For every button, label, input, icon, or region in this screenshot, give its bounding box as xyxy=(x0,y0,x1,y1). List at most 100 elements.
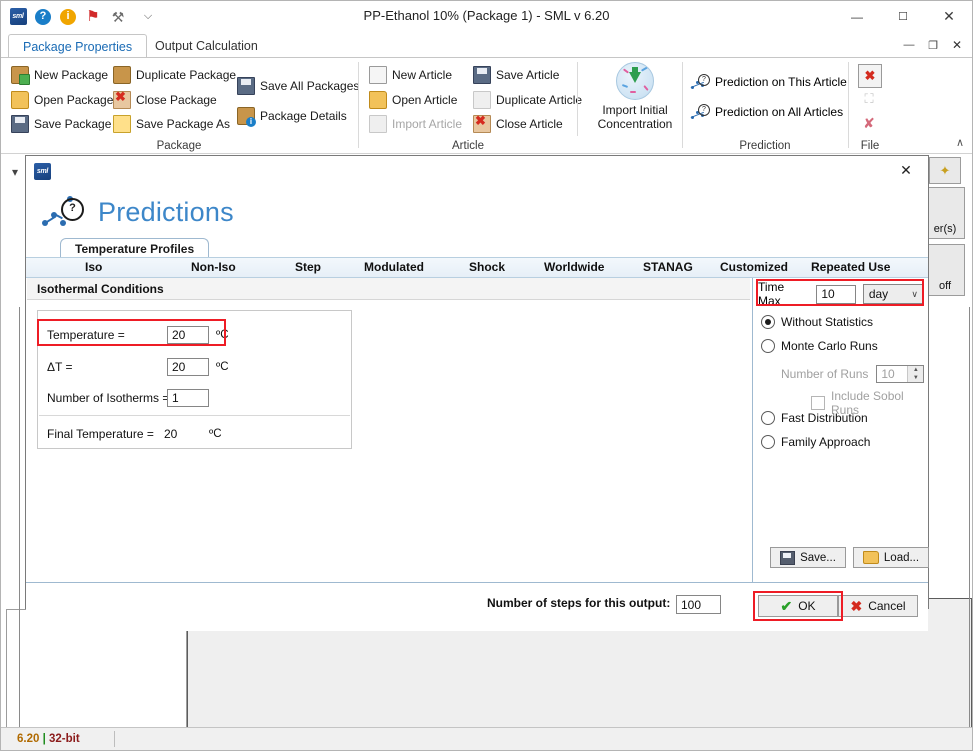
award-icon[interactable]: ⚑ xyxy=(84,8,102,26)
isothermal-divider xyxy=(39,415,350,416)
save-package-as-label: Save Package As xyxy=(136,117,230,131)
number-of-runs-arrows[interactable]: ▲ ▼ xyxy=(907,366,923,382)
dialog-chevron-down-icon[interactable]: ▾ xyxy=(12,165,18,179)
prediction-chart-icon: ? xyxy=(691,75,709,89)
file-cancel-icon[interactable]: ✘ xyxy=(858,112,880,134)
import-initial-concentration-button[interactable]: Import Initial Concentration xyxy=(581,62,689,131)
close-package-button[interactable]: Close Package xyxy=(113,89,217,111)
open-article-icon xyxy=(369,91,387,109)
number-of-isotherms-label: Number of Isotherms = xyxy=(47,391,167,405)
customize-qat-icon[interactable]: ⌵ xyxy=(139,8,157,26)
save-package-as-icon xyxy=(113,115,131,133)
save-package-as-button[interactable]: Save Package As xyxy=(113,113,230,135)
tools-icon[interactable]: ⚒ xyxy=(109,8,127,26)
ribbon-group-file-label: File xyxy=(849,140,891,152)
radio-fast-distribution[interactable]: Fast Distribution xyxy=(761,411,868,425)
close-article-button[interactable]: Close Article xyxy=(473,113,563,135)
dialog-close-button[interactable]: ✕ xyxy=(884,156,928,185)
window-controls: — ☐ ✕ xyxy=(834,1,972,32)
radio-family-approach[interactable]: Family Approach xyxy=(761,435,870,449)
subtab-customized[interactable]: Customized xyxy=(720,260,788,274)
tab-output-calculation[interactable]: Output Calculation xyxy=(141,34,272,58)
radio-family-approach-indicator xyxy=(761,435,775,449)
duplicate-package-button[interactable]: Duplicate Package xyxy=(113,64,236,86)
status-version-text: 6.20 | 32-bit xyxy=(1,733,80,745)
subtab-iso[interactable]: Iso xyxy=(85,260,102,274)
ok-button[interactable]: ✔ OK xyxy=(758,595,838,617)
stepper-down-icon[interactable]: ▼ xyxy=(908,374,923,382)
subtab-non-iso[interactable]: Non-Iso xyxy=(191,260,236,274)
number-of-runs-label: Number of Runs xyxy=(781,367,868,381)
radio-without-statistics-indicator xyxy=(761,315,775,329)
duplicate-article-icon xyxy=(473,91,491,109)
prediction-on-all-articles-label: Prediction on All Articles xyxy=(715,105,843,119)
subtab-repeated-use[interactable]: Repeated Use xyxy=(811,260,890,274)
maximize-button[interactable]: ☐ xyxy=(880,1,926,32)
cancel-button[interactable]: ✖ Cancel xyxy=(838,595,918,617)
save-disk-icon xyxy=(780,551,795,565)
ribbon-close-button[interactable]: ✕ xyxy=(946,35,968,55)
temperature-input[interactable]: 20 xyxy=(167,326,209,344)
new-article-button[interactable]: New Article xyxy=(369,64,452,86)
close-button[interactable]: ✕ xyxy=(926,1,972,32)
number-of-isotherms-input[interactable]: 1 xyxy=(167,389,209,407)
tab-temperature-profiles[interactable]: Temperature Profiles xyxy=(60,238,209,258)
new-article-icon xyxy=(369,66,387,84)
steps-input[interactable]: 100 xyxy=(676,595,721,614)
new-package-button[interactable]: New Package xyxy=(11,64,108,86)
open-article-button[interactable]: Open Article xyxy=(369,89,457,111)
file-close-red-icon[interactable]: ✖ xyxy=(858,64,882,88)
layers-tool-button[interactable]: er(s) xyxy=(925,187,965,239)
prediction-on-this-article-button[interactable]: ? Prediction on This Article xyxy=(691,75,847,89)
radio-monte-carlo-runs[interactable]: Monte Carlo Runs xyxy=(761,339,878,353)
ribbon-restore-button[interactable]: ❐ xyxy=(922,35,944,55)
subtab-modulated[interactable]: Modulated xyxy=(364,260,424,274)
import-article-button[interactable]: Import Article xyxy=(369,113,462,135)
ribbon-group-prediction: ? Prediction on This Article ? Predictio… xyxy=(683,58,847,154)
minimize-button[interactable]: — xyxy=(834,1,880,32)
delta-t-input[interactable]: 20 xyxy=(167,358,209,376)
tab-output-calculation-label: Output Calculation xyxy=(155,39,258,53)
save-article-button[interactable]: Save Article xyxy=(473,64,559,86)
save-all-packages-button[interactable]: Save All Packages xyxy=(237,75,359,97)
load-folder-icon xyxy=(863,551,879,564)
time-max-unit-value: day xyxy=(869,287,888,301)
help-icon[interactable]: ? xyxy=(34,8,52,26)
close-article-label: Close Article xyxy=(496,117,563,131)
sml-logo-icon[interactable]: sml xyxy=(9,8,27,26)
ribbon-group-package-label: Package xyxy=(1,140,357,152)
time-max-unit-select[interactable]: day ∨ xyxy=(863,284,924,304)
ribbon-minimize-button[interactable]: — xyxy=(898,35,920,55)
subtab-step[interactable]: Step xyxy=(295,260,321,274)
save-article-label: Save Article xyxy=(496,68,559,82)
time-max-input[interactable]: 10 xyxy=(816,285,855,304)
load-settings-button[interactable]: Load... xyxy=(853,547,929,568)
off-tool-button[interactable]: off xyxy=(925,244,965,296)
load-settings-label: Load... xyxy=(884,552,919,564)
new-package-icon xyxy=(11,66,29,84)
subtab-worldwide[interactable]: Worldwide xyxy=(544,260,604,274)
save-package-button[interactable]: Save Package xyxy=(11,113,111,135)
subtab-stanag[interactable]: STANAG xyxy=(643,260,693,274)
open-package-button[interactable]: Open Package xyxy=(11,89,113,111)
stepper-up-icon[interactable]: ▲ xyxy=(908,366,923,374)
duplicate-article-button[interactable]: Duplicate Article xyxy=(473,89,582,111)
wand-tool-button[interactable]: ✦ xyxy=(929,157,961,184)
save-settings-button[interactable]: Save... xyxy=(770,547,846,568)
number-of-runs-stepper[interactable]: 10 ▲ ▼ xyxy=(876,365,924,383)
ribbon: New Package Duplicate Package Save All P… xyxy=(1,57,972,154)
prediction-on-all-articles-button[interactable]: ? Prediction on All Articles xyxy=(691,105,843,119)
include-sobol-runs-checkbox[interactable] xyxy=(811,396,825,410)
info-icon[interactable]: i xyxy=(59,8,77,26)
status-version: 6.20 xyxy=(17,733,39,745)
radio-without-statistics[interactable]: Without Statistics xyxy=(761,315,873,329)
package-details-button[interactable]: Package Details xyxy=(237,105,347,127)
workspace-left-edge xyxy=(1,594,6,729)
subtab-shock[interactable]: Shock xyxy=(469,260,505,274)
radio-monte-carlo-runs-indicator xyxy=(761,339,775,353)
package-details-icon xyxy=(237,107,255,125)
tab-package-properties[interactable]: Package Properties xyxy=(8,34,147,58)
workspace-right-edge xyxy=(969,307,970,729)
ribbon-collapse-icon[interactable]: ∧ xyxy=(956,136,964,149)
isothermal-conditions-group: Temperature = 20 ºC ΔT = 20 ºC Number of… xyxy=(37,310,352,449)
